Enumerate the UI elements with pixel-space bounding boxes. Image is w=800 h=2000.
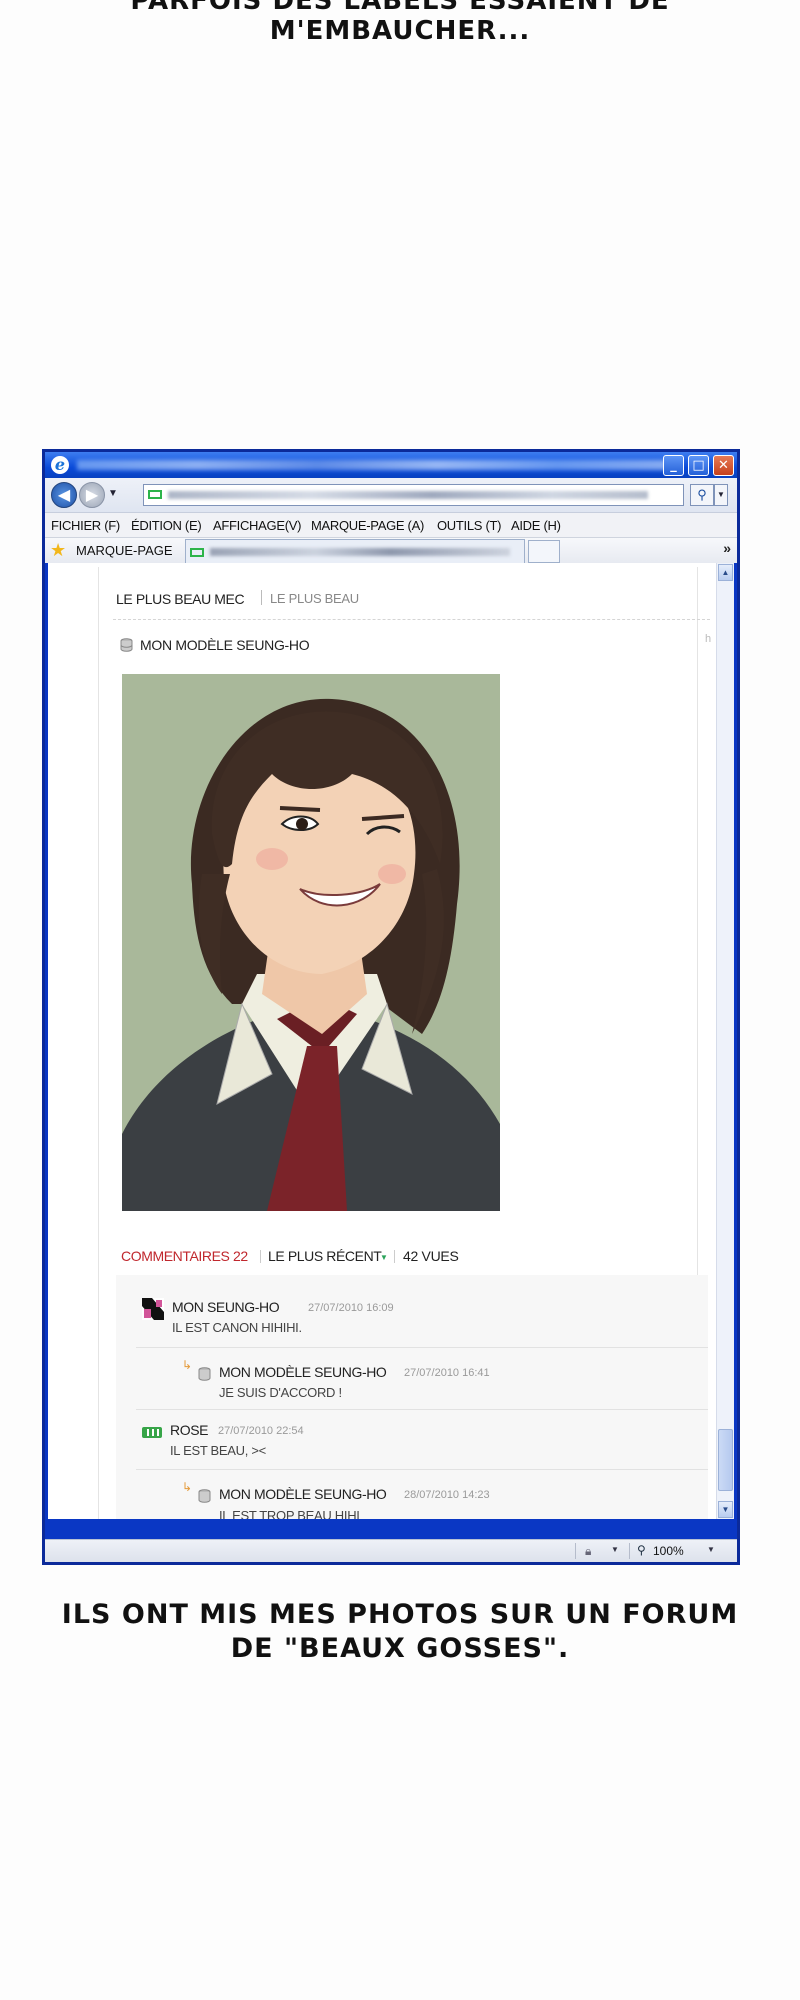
breadcrumb-subcategory[interactable]: LE PLUS BEAU xyxy=(270,591,359,606)
vertical-scrollbar[interactable]: ▲ ▼ xyxy=(716,563,734,1519)
minimize-button[interactable]: _ xyxy=(663,455,684,476)
menu-view[interactable]: AFFICHAGE(V) xyxy=(213,518,301,533)
breadcrumb-divider xyxy=(261,590,262,605)
scroll-thumb[interactable] xyxy=(718,1429,733,1491)
menu-bookmarks[interactable]: MARQUE-PAGE (A) xyxy=(311,518,424,533)
user-db-icon xyxy=(120,638,133,652)
scroll-up-button[interactable]: ▲ xyxy=(718,564,733,581)
user-db-icon xyxy=(198,1367,211,1381)
dashed-divider xyxy=(113,619,710,620)
address-bar[interactable] xyxy=(143,484,684,506)
comment-date: 27/07/2010 16:41 xyxy=(404,1367,490,1379)
security-dropdown-icon[interactable]: ▼ xyxy=(611,1545,619,1554)
browser-logo-icon: e xyxy=(51,456,69,474)
page-icon xyxy=(148,490,162,499)
forward-button[interactable]: ▶ xyxy=(79,482,105,508)
comment-author[interactable]: MON SEUNG-HO xyxy=(172,1299,280,1315)
user-db-icon xyxy=(198,1489,211,1503)
bottom-caption-line-1: ILS ONT MIS MES PHOTOS SUR UN FORUM xyxy=(61,1599,739,1630)
post-author[interactable]: MON MODÈLE SEUNG-HO xyxy=(140,637,310,653)
battery-badge-icon xyxy=(142,1427,162,1438)
menu-edit[interactable]: ÉDITION (E) xyxy=(131,518,202,533)
status-bar: 🔒︎ ▼ ⚲ 100% ▼ xyxy=(45,1539,737,1562)
status-divider xyxy=(575,1543,576,1559)
window-title-blurred xyxy=(77,460,677,470)
top-caption: PARFOIS DES LABELS ESSAIENT DE M'EMBAUCH… xyxy=(130,0,670,46)
divider xyxy=(394,1250,395,1263)
zoom-icon[interactable]: ⚲ xyxy=(637,1543,646,1557)
browser-window: e _ □ ✕ ◀ ▶ ▼ ⚲ ▼ FICHIER (F) ÉDITION (E… xyxy=(42,449,740,1565)
title-bar: e _ □ ✕ xyxy=(45,452,737,478)
comment-divider xyxy=(136,1347,708,1348)
divider xyxy=(260,1250,261,1263)
zoom-dropdown-icon[interactable]: ▼ xyxy=(707,1545,715,1554)
comment-text: JE SUIS D'ACCORD ! xyxy=(219,1385,342,1400)
comments-count[interactable]: COMMENTAIRES 22 xyxy=(121,1248,248,1264)
status-divider xyxy=(629,1543,630,1559)
scroll-down-button[interactable]: ▼ xyxy=(718,1501,733,1518)
bottom-caption: ILS ONT MIS MES PHOTOS SUR UN FORUM DE "… xyxy=(0,1598,800,1666)
browser-chrome: ◀ ▶ ▼ ⚲ ▼ FICHIER (F) ÉDITION (E) AFFICH… xyxy=(45,478,737,563)
comment-divider xyxy=(136,1469,708,1470)
comment-text: IL EST CANON HIHIHI. xyxy=(172,1320,302,1335)
security-icon[interactable]: 🔒︎ xyxy=(585,1544,591,1559)
comment-author[interactable]: MON MODÈLE SEUNG-HO xyxy=(219,1486,387,1502)
comment-author[interactable]: ROSE xyxy=(170,1422,208,1438)
chevron-more-icon[interactable]: » xyxy=(723,540,731,556)
history-dropdown-icon[interactable]: ▼ xyxy=(108,488,118,499)
back-button[interactable]: ◀ xyxy=(51,482,77,508)
breadcrumb-category[interactable]: LE PLUS BEAU MEC xyxy=(116,591,245,607)
caret-down-icon[interactable]: ▼ xyxy=(380,1253,388,1262)
favorites-bar: ★ MARQUE-PAGE » xyxy=(45,538,737,563)
tab-title-blurred xyxy=(210,548,510,556)
sort-dropdown[interactable]: LE PLUS RÉCENT xyxy=(268,1248,382,1264)
favorites-button[interactable]: MARQUE-PAGE xyxy=(76,543,173,558)
comment-text: IL EST TROP BEAU HIHI xyxy=(219,1508,360,1519)
tab-page-icon xyxy=(190,548,204,557)
side-text: h xyxy=(705,633,712,645)
reply-arrow-icon: ↳ xyxy=(182,1358,193,1372)
page-viewport: LE PLUS BEAU MEC LE PLUS BEAU MON MODÈLE… xyxy=(48,563,734,1519)
navigation-bar: ◀ ▶ ▼ ⚲ ▼ xyxy=(45,478,737,513)
star-icon[interactable]: ★ xyxy=(50,540,66,561)
comment-divider xyxy=(136,1409,708,1410)
comment-date: 28/07/2010 14:23 xyxy=(404,1489,490,1501)
search-icon[interactable]: ⚲ xyxy=(690,484,714,506)
tab-active[interactable] xyxy=(185,539,525,563)
comment-text: IL EST BEAU, >< xyxy=(170,1443,266,1458)
comment-date: 27/07/2010 22:54 xyxy=(218,1425,304,1437)
menu-tools[interactable]: OUTILS (T) xyxy=(437,518,501,533)
menu-help[interactable]: AIDE (H) xyxy=(511,518,561,533)
menu-bar: FICHIER (F) ÉDITION (E) AFFICHAGE(V) MAR… xyxy=(45,513,737,538)
new-tab-button[interactable] xyxy=(528,540,560,563)
close-button[interactable]: ✕ xyxy=(713,455,734,476)
comment-list: MON SEUNG-HO 27/07/2010 16:09 IL EST CAN… xyxy=(116,1275,708,1519)
address-url-blurred xyxy=(168,491,648,499)
comment-author[interactable]: MON MODÈLE SEUNG-HO xyxy=(219,1364,387,1380)
maximize-button[interactable]: □ xyxy=(688,455,709,476)
zoom-level[interactable]: 100% xyxy=(653,1544,684,1558)
reply-arrow-icon: ↳ xyxy=(182,1480,193,1494)
bottom-caption-line-2: DE "BEAUX GOSSES". xyxy=(230,1633,570,1664)
menu-file[interactable]: FICHIER (F) xyxy=(51,518,120,533)
portrait-photo[interactable] xyxy=(122,674,500,1211)
avatar[interactable] xyxy=(142,1298,164,1320)
comment-date: 27/07/2010 16:09 xyxy=(308,1302,394,1314)
search-dropdown-icon[interactable]: ▼ xyxy=(714,484,728,506)
view-count: 42 VUES xyxy=(403,1248,459,1264)
